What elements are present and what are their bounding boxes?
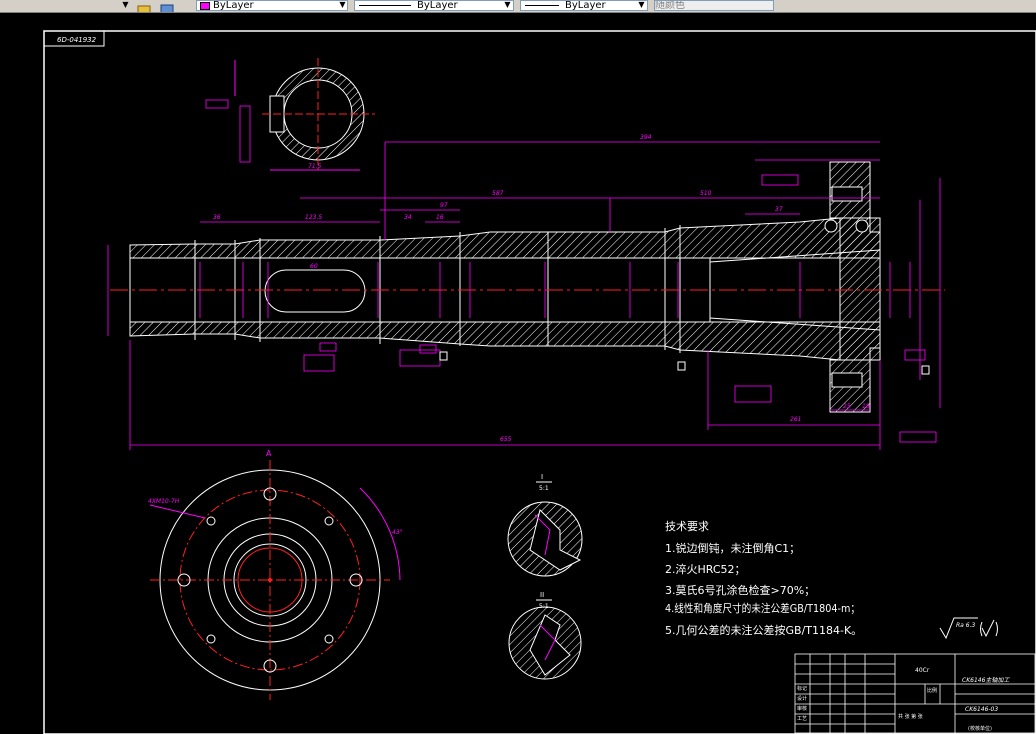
section-scale-1: 5:1 (539, 485, 549, 492)
title-note: (校核单位) (968, 725, 992, 732)
dim-37: 37 (775, 206, 783, 213)
dim-97: 97 (440, 202, 448, 209)
view-label-a: A (266, 449, 272, 458)
dim-34: 34 (404, 214, 412, 221)
color-select[interactable]: ByLayer (196, 0, 348, 11)
linetype-select-value: ByLayer (417, 0, 458, 11)
tech-req-item-4: 4.线性和角度尺寸的未注公差GB/T1804-m； (665, 601, 860, 615)
lineweight-select[interactable]: ByLayer (520, 0, 648, 11)
layer-previous-icon[interactable] (160, 0, 174, 12)
tech-req-item-1: 1.锐边倒钝，未注倒角C1； (665, 541, 800, 555)
dim-587: 587 (492, 190, 504, 197)
cross-section-ring: 71.5 (234, 58, 375, 171)
drawing-number: CK6146-03 (965, 706, 998, 713)
sheet-label: 共 张 第 张 (898, 713, 923, 720)
roughness-value: Ra 6.3 (956, 622, 975, 629)
scale-label: 比例 (927, 687, 937, 694)
title-block (794, 653, 1036, 734)
color-select-value: ByLayer (213, 0, 254, 11)
tech-req-item-2: 2.淬火HRC52； (665, 562, 746, 576)
section-dim-71: 71.5 (308, 163, 322, 170)
row-label-1: 标记 (797, 685, 807, 692)
dim-right-length: 261 (790, 416, 801, 423)
dim-60: 60 (310, 263, 318, 270)
dim-510: 510 (700, 190, 712, 197)
dim-123: 123.5 (305, 214, 322, 221)
tech-req-heading: 技术要求 (665, 520, 709, 533)
shaft-main-view (110, 161, 945, 413)
technical-requirements: 技术要求 1.锐边倒钝，未注倒角C1； 2.淬火HRC52； 3.莫氏6号孔涂色… (665, 520, 862, 637)
detail-section-2: II 5:1 (508, 591, 582, 680)
row-label-4: 工艺 (797, 716, 807, 722)
lineweight-preview (525, 4, 559, 6)
linetype-select[interactable]: ByLayer (354, 0, 514, 11)
dim-25: 25 (843, 403, 851, 410)
dim-overall-length: 655 (500, 436, 512, 443)
plot-style-select[interactable]: 随颜色 (654, 0, 774, 11)
chevron-down-icon[interactable]: ▼ (502, 0, 513, 11)
drawing-canvas[interactable]: 6D-041932 655 261 394 587 510 36 123.5 3… (0, 12, 1036, 734)
row-label-2: 设计 (797, 695, 807, 702)
part-name: CK6146主轴加工 (962, 676, 1010, 684)
section-label-2: II (540, 591, 544, 599)
detail-section-1: I 5:1 (507, 473, 583, 577)
chevron-down-icon[interactable]: ▼ (337, 0, 348, 11)
lineweight-select-value: ByLayer (565, 0, 606, 11)
title-block-texts: 40Cr CK6146主轴加工 CK6146-03 共 张 第 张 比例 (校核… (797, 667, 1010, 732)
plot-style-value: 随颜色 (655, 0, 685, 11)
linetype-preview (359, 4, 411, 6)
row-label-3: 审核 (797, 705, 807, 712)
corner-tag: 6D-041932 (57, 36, 97, 44)
material: 40Cr (915, 667, 930, 674)
end-view-flange: A 43° 4XM10-7H (148, 449, 403, 700)
angle-43: 43° (392, 529, 403, 536)
tech-req-item-5: 5.几何公差的未注公差按GB/T1184-K。 (665, 623, 862, 637)
dropdown-arrow-icon[interactable]: ▼ (120, 0, 131, 11)
tech-req-item-3: 3.莫氏6号孔涂色检查>70%； (665, 583, 815, 597)
chevron-down-icon[interactable]: ▼ (636, 0, 647, 11)
dim-16: 16 (436, 214, 444, 221)
section-label-1: I (541, 473, 543, 481)
holes-note: 4XM10-7H (148, 498, 180, 505)
magenta-swatch (200, 2, 210, 10)
dim-18: 18 (862, 403, 870, 410)
dim-394: 394 (640, 134, 652, 141)
layer-state-icon[interactable] (137, 0, 151, 12)
dim-36: 36 (213, 214, 221, 221)
roughness-symbol-icon: Ra 6.3 (939, 617, 998, 640)
